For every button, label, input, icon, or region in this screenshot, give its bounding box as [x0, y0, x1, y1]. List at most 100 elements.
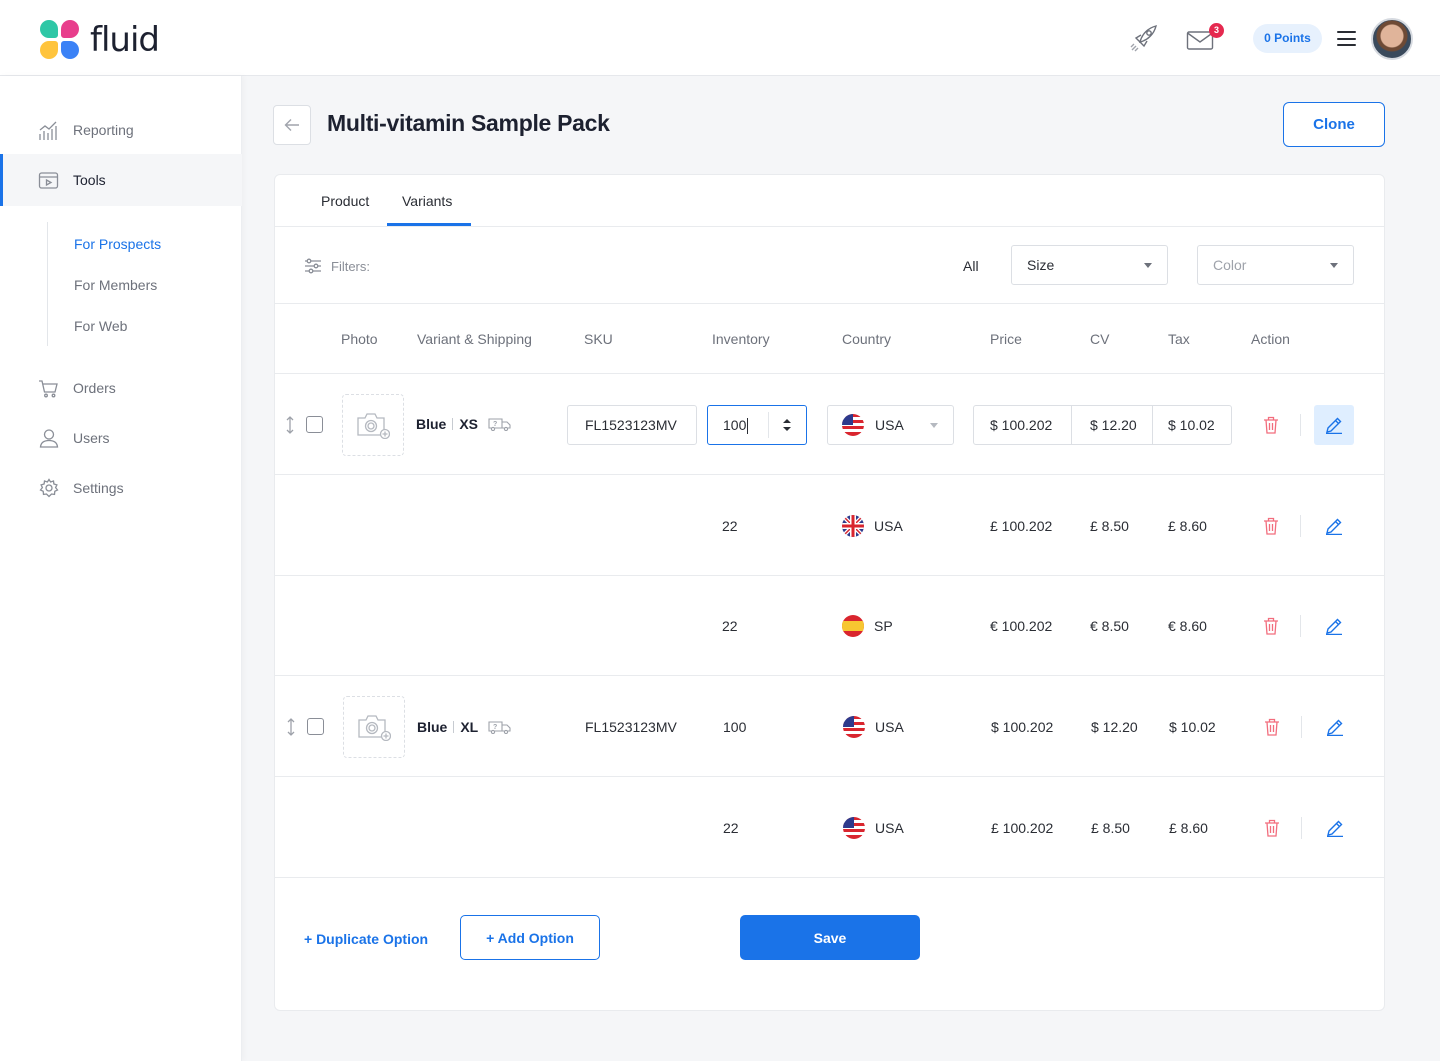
tax-value: £ 8.60	[1169, 820, 1208, 836]
app-logo[interactable]: fluid	[40, 20, 160, 60]
user-icon	[38, 428, 59, 449]
tab-product[interactable]: Product	[321, 193, 369, 209]
cv-value: € 8.50	[1090, 618, 1129, 634]
flag-us-icon	[842, 414, 864, 436]
filters-label: Filters:	[304, 258, 370, 274]
logo-icon	[40, 20, 80, 60]
trash-icon[interactable]	[1264, 718, 1280, 736]
drag-handle-icon[interactable]	[286, 718, 296, 736]
shipping-truck-icon[interactable]: ?	[488, 720, 512, 734]
column-header-sku: SKU	[584, 331, 613, 347]
column-header-variant: Variant & Shipping	[417, 331, 532, 347]
row-checkbox[interactable]	[307, 718, 324, 735]
variant-color: Blue	[417, 719, 448, 735]
sku-value: FL1523123MV	[585, 719, 677, 735]
column-header-tax: Tax	[1168, 331, 1190, 347]
trash-icon[interactable]	[1263, 416, 1279, 434]
column-header-price: Price	[990, 331, 1022, 347]
subnav-for-members[interactable]: For Members	[74, 277, 157, 293]
duplicate-option-link[interactable]: + Duplicate Option	[304, 931, 428, 947]
photo-placeholder[interactable]	[343, 696, 405, 758]
size-select-value: Size	[1027, 257, 1055, 273]
sidebar-item-label: Reporting	[73, 122, 134, 138]
add-option-button[interactable]: + Add Option	[460, 915, 600, 960]
svg-text:?: ?	[493, 421, 497, 428]
pencil-icon[interactable]	[1325, 517, 1343, 535]
price-input[interactable]: $ 100.202	[990, 406, 1052, 444]
column-header-cv: CV	[1090, 331, 1110, 347]
sidebar-item-reporting[interactable]: Reporting	[0, 104, 242, 156]
inventory-input-value: 100	[723, 417, 747, 433]
trash-icon[interactable]	[1263, 517, 1279, 535]
trash-icon[interactable]	[1263, 617, 1279, 635]
subnav-for-prospects[interactable]: For Prospects	[74, 236, 161, 252]
variant-size: XS	[459, 416, 479, 432]
chart-icon	[38, 120, 59, 141]
price-value: € 100.202	[990, 618, 1053, 634]
country-value: USA	[875, 719, 904, 735]
country-value: USA	[874, 518, 903, 534]
sidebar-item-tools[interactable]: Tools	[0, 154, 242, 206]
photo-placeholder[interactable]	[342, 394, 404, 456]
sidebar-item-settings[interactable]: Settings	[0, 462, 242, 514]
sidebar: Reporting Tools For Prospects For Member…	[0, 76, 242, 1061]
sidebar-item-users[interactable]: Users	[0, 412, 242, 464]
filter-all[interactable]: All	[963, 258, 979, 274]
table-row: 22 USA £ 100.202 £ 8.50 £ 8.60	[275, 475, 1384, 576]
user-avatar[interactable]	[1371, 18, 1413, 60]
flag-us-icon	[843, 716, 865, 738]
pencil-icon[interactable]	[1325, 416, 1343, 434]
sidebar-item-label: Settings	[73, 480, 124, 496]
cv-value: £ 8.50	[1091, 820, 1130, 836]
hamburger-menu-icon[interactable]	[1337, 31, 1356, 46]
inventory-stepper[interactable]: 100	[707, 405, 807, 445]
tax-input[interactable]: $ 10.02	[1168, 406, 1215, 444]
row-checkbox[interactable]	[306, 416, 323, 433]
stepper-arrows-icon[interactable]	[782, 417, 792, 433]
camera-icon	[358, 715, 391, 741]
top-bar: fluid 3 0 Points	[0, 0, 1440, 76]
save-button[interactable]: Save	[740, 915, 920, 960]
price-value: $ 100.202	[991, 719, 1054, 735]
price-value: £ 100.202	[990, 518, 1053, 534]
gear-icon	[38, 478, 59, 499]
sidebar-item-label: Tools	[73, 172, 106, 188]
size-select[interactable]: Size	[1011, 245, 1168, 285]
pencil-icon[interactable]	[1326, 819, 1344, 837]
points-badge[interactable]: 0 Points	[1253, 24, 1322, 53]
back-button[interactable]	[273, 105, 311, 145]
chevron-down-icon	[1144, 263, 1152, 268]
country-select[interactable]: USA	[827, 405, 954, 445]
subnav-for-web[interactable]: For Web	[74, 318, 127, 334]
tab-variants[interactable]: Variants	[402, 193, 452, 209]
cv-input[interactable]: $ 12.20	[1090, 406, 1137, 444]
sidebar-item-label: Users	[73, 430, 110, 446]
rocket-icon[interactable]	[1128, 22, 1160, 54]
sliders-icon	[305, 258, 321, 274]
tab-bar: Product Variants	[275, 175, 1384, 227]
pencil-icon[interactable]	[1326, 718, 1344, 736]
tax-value: € 8.60	[1168, 618, 1207, 634]
pencil-icon[interactable]	[1325, 617, 1343, 635]
clone-button[interactable]: Clone	[1283, 102, 1385, 147]
shipping-truck-icon[interactable]: ?	[488, 417, 512, 431]
cart-icon	[38, 378, 59, 399]
sidebar-item-orders[interactable]: Orders	[0, 362, 242, 414]
color-select[interactable]: Color	[1197, 245, 1354, 285]
sku-input[interactable]: FL1523123MV	[567, 405, 697, 445]
variant-label: Blue XL ?	[417, 719, 512, 735]
active-tab-indicator	[387, 223, 471, 226]
table-row: Blue XS ? FL1523123MV 100 USA $ 100.202 …	[275, 374, 1384, 475]
chevron-down-icon	[930, 423, 938, 428]
variant-size: XL	[460, 719, 479, 735]
trash-icon[interactable]	[1264, 819, 1280, 837]
inventory-value: 22	[722, 518, 738, 534]
table-row: 22 SP € 100.202 € 8.50 € 8.60	[275, 576, 1384, 676]
drag-handle-icon[interactable]	[285, 416, 295, 434]
column-header-photo: Photo	[341, 331, 378, 347]
column-header-inventory: Inventory	[712, 331, 770, 347]
chevron-down-icon	[1330, 263, 1338, 268]
camera-icon	[357, 413, 390, 439]
country-value: USA	[875, 417, 904, 433]
inventory-value: 22	[723, 820, 739, 836]
